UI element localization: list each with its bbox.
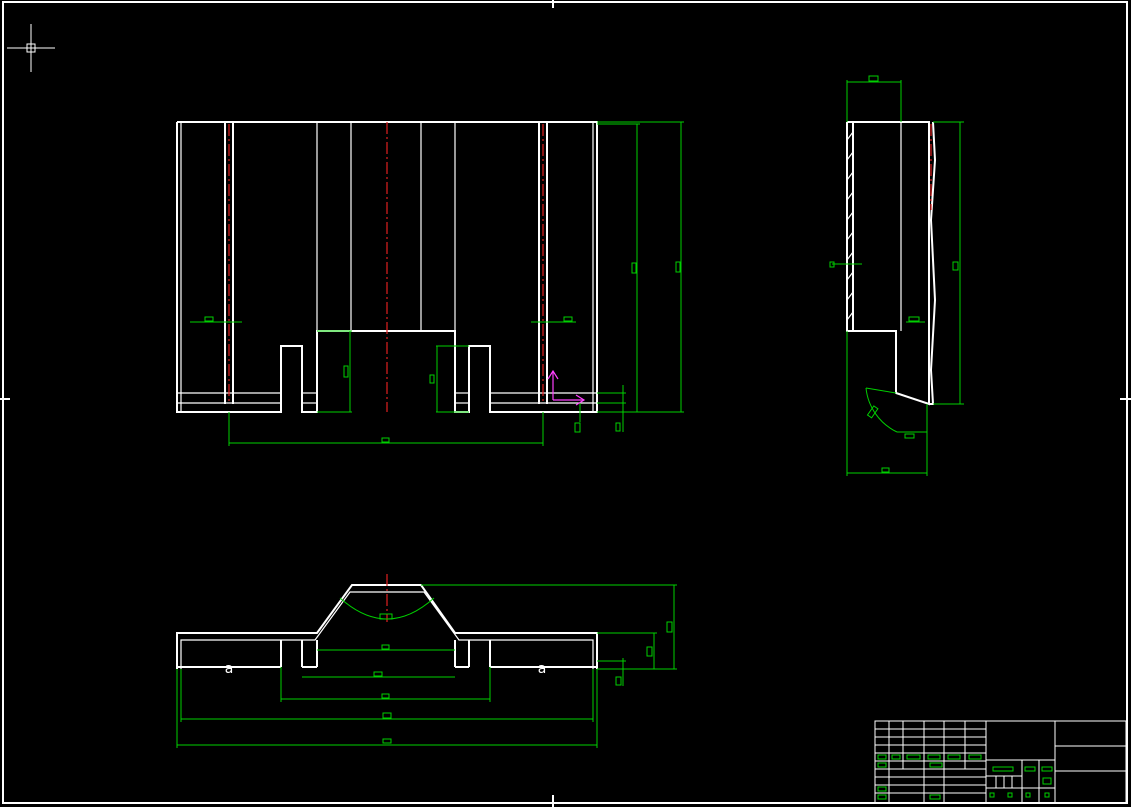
cad-canvas[interactable]: a a [0,0,1131,807]
drawing-viewport[interactable]: a a [0,0,1131,807]
crosshair-cursor-icon [7,24,55,72]
hole-callout-right: a [538,661,547,677]
front-view[interactable] [176,121,684,446]
front-dimensions [190,121,684,446]
bottom-view[interactable]: a a [176,574,677,748]
hole-callout-left: a [225,661,234,677]
side-view[interactable] [829,75,964,476]
ucs-axis-icon [547,369,586,406]
title-block[interactable] [874,720,1127,804]
